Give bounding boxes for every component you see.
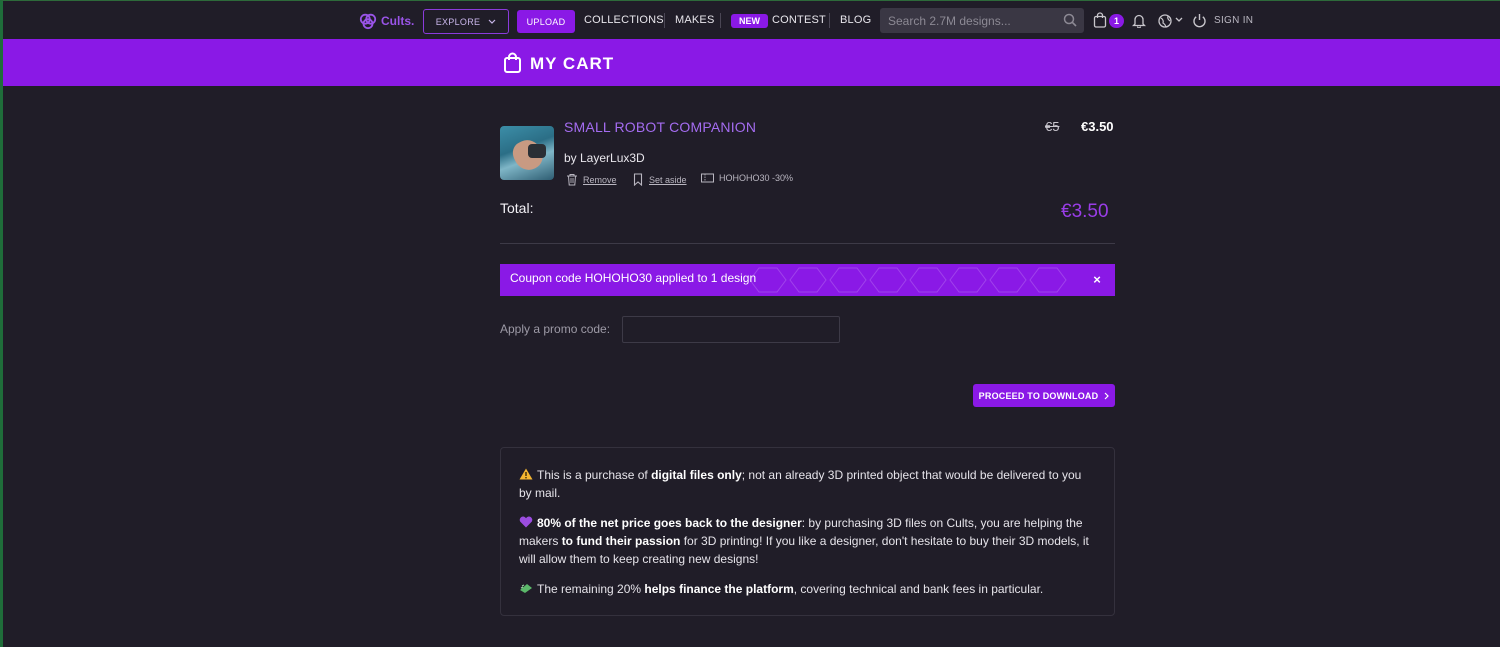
coupon-tag-text: HOHOHO30 -30% <box>719 173 794 183</box>
cart-header-banner: MY CART <box>3 39 1500 86</box>
platform-share-notice: The remaining 20% helps finance the plat… <box>519 580 1096 598</box>
cults-logo[interactable]: Cults. <box>359 12 414 30</box>
promo-code-label: Apply a promo code: <box>500 322 611 336</box>
coupon-applied-alert: Coupon code HOHOHO30 applied to 1 design <box>500 264 1115 296</box>
nav-contest-link[interactable]: CONTEST <box>772 14 826 26</box>
notice-bold: helps finance the platform <box>644 582 794 596</box>
close-alert-button[interactable]: × <box>1091 271 1103 287</box>
purple-heart-icon <box>519 516 533 528</box>
chevron-right-icon <box>1104 392 1110 399</box>
cart-count-badge: 1 <box>1109 14 1124 28</box>
page-title: MY CART <box>530 54 615 73</box>
product-designer[interactable]: by LayerLux3D <box>564 151 645 165</box>
new-badge: NEW <box>731 14 768 28</box>
notice-bold: to fund their passion <box>561 534 681 548</box>
hexagon-pattern <box>750 267 1067 293</box>
upload-button[interactable]: UPLOAD <box>517 10 575 33</box>
set-aside-label: Set aside <box>649 174 687 185</box>
remove-label: Remove <box>583 174 617 185</box>
proceed-label: PROCEED TO DOWNLOAD <box>978 390 1099 401</box>
divider <box>500 243 1115 244</box>
trash-icon <box>567 174 577 186</box>
digital-files-notice: This is a purchase of digital files only… <box>519 466 1096 502</box>
coupon-icon <box>701 173 714 183</box>
globe-icon[interactable] <box>1158 14 1172 28</box>
notice-bold: digital files only <box>651 468 742 482</box>
total-label: Total: <box>500 200 534 216</box>
nav-divider <box>829 13 830 28</box>
product-thumbnail[interactable] <box>500 126 554 180</box>
nav-collections-link[interactable]: COLLECTIONS <box>584 14 664 26</box>
promo-code-input[interactable] <box>622 316 840 343</box>
nav-makes-link[interactable]: MAKES <box>675 14 715 26</box>
power-icon[interactable] <box>1192 13 1207 28</box>
explore-label: EXPLORE <box>435 16 481 27</box>
coupon-alert-text: Coupon code HOHOHO30 applied to 1 design <box>510 271 757 285</box>
proceed-to-download-button[interactable]: PROCEED TO DOWNLOAD <box>973 384 1115 407</box>
thumbnail-robot-shape <box>528 144 546 158</box>
set-aside-button[interactable]: Set aside <box>632 173 687 186</box>
sign-in-link[interactable]: SIGN IN <box>1214 15 1253 26</box>
nav-divider <box>664 13 665 28</box>
top-navigation: Cults. EXPLORE UPLOAD COLLECTIONS MAKES … <box>3 1 1500 39</box>
flying-money-icon <box>520 584 532 593</box>
remove-button[interactable]: Remove <box>566 173 617 186</box>
original-price: €5 <box>1045 119 1060 134</box>
warning-icon <box>519 468 533 480</box>
notice-text: This is a purchase of <box>537 468 652 482</box>
notice-text: , covering technical and bank fees in pa… <box>793 582 1044 596</box>
shopping-bag-icon[interactable] <box>1093 12 1107 28</box>
nav-blog-link[interactable]: BLOG <box>840 14 871 26</box>
shopping-bag-icon <box>504 52 521 73</box>
purchase-info-box: This is a purchase of digital files only… <box>500 447 1115 616</box>
chevron-down-icon <box>488 19 496 24</box>
notice-text: The remaining 20% <box>537 582 645 596</box>
cults-logo-icon <box>359 13 377 30</box>
notice-bold: 80% of the net price goes back to the de… <box>537 516 802 530</box>
applied-coupon-tag: HOHOHO30 -30% <box>701 173 793 183</box>
logo-text: Cults. <box>381 14 415 28</box>
total-value: €3.50 <box>1061 201 1109 222</box>
nav-divider <box>720 13 721 28</box>
product-title-link[interactable]: SMALL ROBOT COMPANION <box>564 119 756 135</box>
bell-icon[interactable] <box>1132 13 1146 28</box>
discounted-price: €3.50 <box>1081 119 1114 134</box>
search-icon[interactable] <box>1063 13 1077 27</box>
search-input[interactable] <box>880 8 1084 33</box>
chevron-down-icon[interactable] <box>1175 17 1183 23</box>
designer-share-notice: 80% of the net price goes back to the de… <box>519 514 1096 568</box>
explore-button[interactable]: EXPLORE <box>423 9 509 34</box>
bookmark-icon <box>633 173 643 186</box>
